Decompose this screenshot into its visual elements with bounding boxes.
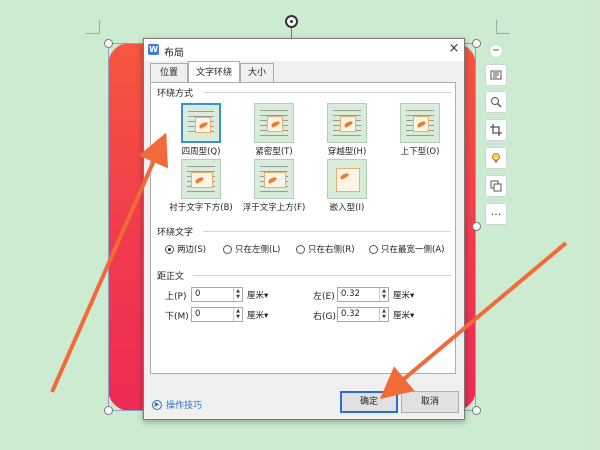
margin-guide — [496, 33, 510, 34]
divider — [203, 231, 451, 232]
resize-handle-bottom-right[interactable] — [472, 406, 481, 415]
spinner-arrows-icon[interactable]: ▲ ▼ — [379, 308, 388, 321]
wrap-style-heading: 环绕方式 — [157, 89, 194, 99]
distance-right-input[interactable]: 0.32 ▲ ▼ — [337, 307, 389, 322]
tips-label: 操作技巧 — [166, 401, 203, 411]
radio-largest-side[interactable]: 只在最宽一侧(A) — [369, 243, 444, 255]
dialog-title: 布局 — [164, 48, 184, 59]
margin-guide — [99, 20, 100, 34]
distance-right-unit[interactable]: 厘米▾ — [393, 309, 414, 321]
wrap-option-inline[interactable]: 嵌入型(I) — [312, 159, 382, 213]
radio-label: 只在左侧(L) — [235, 245, 281, 255]
more-icon[interactable]: ··· — [485, 203, 507, 225]
resize-handle-top-left[interactable] — [104, 39, 113, 48]
distance-right-value: 0.32 — [341, 309, 360, 319]
document-canvas: − ··· W 布局 × 位置 文字环绕 大小 环绕方式 四周型(Q) 紧密型(… — [0, 0, 600, 450]
resize-handle-bottom-left[interactable] — [104, 406, 113, 415]
margin-guide — [496, 20, 497, 34]
dialog-titlebar[interactable]: W 布局 × — [144, 39, 464, 61]
radio-indicator — [369, 244, 378, 254]
spinner-arrows-icon[interactable]: ▲ ▼ — [233, 308, 242, 321]
image-convert-icon[interactable] — [485, 175, 507, 197]
tab-text-wrapping[interactable]: 文字环绕 — [188, 61, 240, 82]
crop-icon[interactable] — [485, 119, 507, 141]
distance-top-input[interactable]: 0 ▲ ▼ — [191, 287, 243, 302]
distance-bottom-unit[interactable]: 厘米▾ — [247, 309, 268, 321]
wrap-option-square[interactable]: 四周型(Q) — [166, 103, 236, 157]
radio-left-only[interactable]: 只在左侧(L) — [223, 243, 280, 255]
radio-right-only[interactable]: 只在右侧(R) — [296, 243, 355, 255]
radio-label: 只在最宽一侧(A) — [381, 245, 445, 255]
wrap-option-label: 穿越型(H) — [327, 147, 367, 157]
resize-handle-right[interactable] — [472, 222, 481, 231]
tab-size[interactable]: 大小 — [240, 63, 274, 82]
divider — [193, 275, 451, 276]
app-logo-icon: W — [148, 44, 159, 55]
wrap-inline-icon — [327, 159, 367, 199]
layout-icon[interactable] — [485, 64, 507, 86]
layout-dialog: W 布局 × 位置 文字环绕 大小 环绕方式 四周型(Q) 紧密型(T) 穿越型… — [143, 38, 465, 420]
radio-indicator — [165, 244, 174, 254]
wrap-option-through[interactable]: 穿越型(H) — [312, 103, 382, 157]
wrap-square-icon — [181, 103, 221, 143]
spinner-arrows-icon[interactable]: ▲ ▼ — [233, 288, 242, 301]
cancel-button[interactable]: 取消 — [401, 391, 459, 413]
distance-top-unit[interactable]: 厘米▾ — [247, 289, 268, 301]
wrap-option-label: 四周型(Q) — [181, 147, 221, 157]
wrap-behind-text-icon — [181, 159, 221, 199]
wrap-in-front-icon — [254, 159, 294, 199]
distance-bottom-value: 0 — [195, 309, 201, 319]
distance-bottom-input[interactable]: 0 ▲ ▼ — [191, 307, 243, 322]
wrap-option-label: 上下型(O) — [400, 147, 440, 157]
tab-panel: 环绕方式 四周型(Q) 紧密型(T) 穿越型(H) 上下型(O) 衬于文字下方(… — [150, 82, 456, 374]
wrap-option-behind-text[interactable]: 衬于文字下方(B) — [166, 159, 236, 213]
tab-position[interactable]: 位置 — [150, 63, 188, 82]
wrap-text-heading: 环绕文字 — [157, 228, 194, 238]
distance-top-value: 0 — [195, 289, 201, 299]
distance-left-input[interactable]: 0.32 ▲ ▼ — [337, 287, 389, 302]
distance-left-unit[interactable]: 厘米▾ — [393, 289, 414, 301]
wrap-through-icon — [327, 103, 367, 143]
wrap-top-bottom-icon — [400, 103, 440, 143]
zoom-icon[interactable] — [485, 91, 507, 113]
distance-bottom-label: 下(M) — [165, 312, 189, 322]
minus-icon[interactable]: − — [489, 44, 503, 58]
spinner-arrows-icon[interactable]: ▲ ▼ — [379, 288, 388, 301]
radio-both-sides[interactable]: 两边(S) — [165, 243, 206, 255]
divider — [203, 92, 451, 93]
radio-label: 两边(S) — [177, 245, 207, 255]
wrap-option-label: 浮于文字上方(F) — [242, 203, 306, 213]
wrap-option-label: 紧密型(T) — [255, 147, 293, 157]
radio-label: 只在右侧(R) — [308, 245, 355, 255]
distance-left-label: 左(E) — [313, 292, 335, 302]
play-icon: ▶ — [152, 399, 162, 410]
distance-heading: 距正文 — [157, 272, 185, 282]
wrap-option-label: 嵌入型(I) — [329, 203, 365, 213]
radio-indicator — [223, 244, 232, 254]
tips-link[interactable]: ▶ 操作技巧 — [152, 398, 202, 411]
distance-left-value: 0.32 — [341, 289, 360, 299]
resize-handle-top-right[interactable] — [472, 39, 481, 48]
wrap-tight-icon — [254, 103, 294, 143]
ok-button[interactable]: 确定 — [340, 391, 398, 413]
wrap-option-tight[interactable]: 紧密型(T) — [239, 103, 309, 157]
distance-right-label: 右(G) — [313, 312, 336, 322]
close-icon[interactable]: × — [446, 41, 462, 57]
wrap-option-in-front-of-text[interactable]: 浮于文字上方(F) — [239, 159, 309, 213]
radio-indicator — [296, 244, 305, 254]
distance-top-label: 上(P) — [165, 292, 187, 302]
rotate-handle[interactable] — [285, 15, 298, 28]
margin-guide — [86, 33, 100, 34]
lightbulb-icon[interactable] — [485, 147, 507, 169]
wrap-option-label: 衬于文字下方(B) — [169, 203, 233, 213]
wrap-option-top-bottom[interactable]: 上下型(O) — [385, 103, 455, 157]
